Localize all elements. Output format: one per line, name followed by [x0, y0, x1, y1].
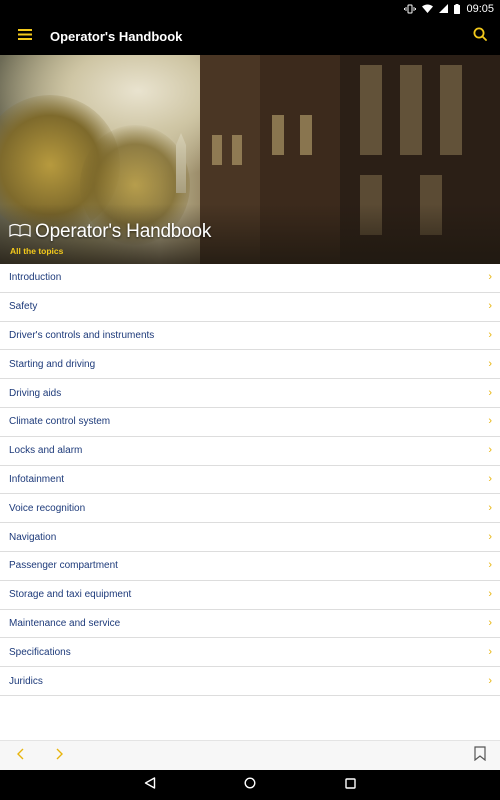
- chevron-right-icon: ›: [488, 328, 492, 341]
- next-button[interactable]: [40, 741, 80, 771]
- topic-list: Introduction › Safety › Driver's controls an…: [0, 264, 500, 740]
- topic-label: Driving aids: [9, 387, 62, 399]
- app-title: Operator's Handbook: [50, 28, 183, 44]
- chevron-right-icon: ›: [488, 357, 492, 370]
- chevron-right-icon: ›: [488, 415, 492, 428]
- previous-button[interactable]: [0, 741, 40, 771]
- recents-button[interactable]: [300, 770, 400, 800]
- hero-window: [400, 65, 422, 155]
- bookmark-icon: [474, 745, 486, 766]
- system-nav-bar: [0, 770, 500, 800]
- topic-item[interactable]: Driver's controls and instruments ›: [0, 322, 500, 351]
- chevron-right-icon: ›: [488, 271, 492, 284]
- topic-label: Specifications: [9, 646, 71, 658]
- chevron-right-icon: ›: [488, 530, 492, 543]
- hero-steeple: [176, 133, 186, 193]
- hero-logo: Operator's Handbook: [9, 221, 211, 243]
- chevron-right-icon: ›: [488, 674, 492, 687]
- chevron-right-icon: ›: [488, 444, 492, 457]
- chevron-left-icon: [16, 747, 24, 765]
- hero-window: [300, 115, 312, 155]
- hero-window: [232, 135, 242, 165]
- topic-item[interactable]: Voice recognition ›: [0, 494, 500, 524]
- topic-item[interactable]: Climate control system ›: [0, 408, 500, 437]
- topic-item[interactable]: Locks and alarm ›: [0, 437, 500, 466]
- topic-label: Passenger compartment: [9, 560, 118, 572]
- hero-window: [272, 115, 284, 155]
- app-bar: Operator's Handbook: [0, 17, 500, 55]
- topic-item[interactable]: Juridics ›: [0, 667, 500, 696]
- topic-label: Locks and alarm: [9, 445, 83, 457]
- back-button[interactable]: [100, 770, 200, 800]
- topic-label: Voice recognition: [9, 502, 86, 514]
- topic-label: Infotainment: [9, 473, 65, 485]
- hero-title: Operator's Handbook: [35, 221, 212, 242]
- topic-item[interactable]: Driving aids ›: [0, 379, 500, 408]
- topic-label: Maintenance and service: [9, 617, 121, 629]
- topic-label: Safety: [9, 301, 38, 313]
- topic-item[interactable]: Infotainment ›: [0, 466, 500, 495]
- hero-window: [212, 135, 222, 165]
- chevron-right-icon: ›: [488, 472, 492, 485]
- search-button[interactable]: [460, 17, 500, 55]
- topic-label: Storage and taxi equipment: [9, 589, 132, 601]
- hero-window: [440, 65, 462, 155]
- hero-subtitle: All the topics: [10, 246, 64, 256]
- home-circle-icon: [244, 776, 256, 794]
- chevron-right-icon: [56, 747, 64, 765]
- topic-label: Navigation: [9, 531, 57, 543]
- search-icon: [473, 27, 487, 46]
- topic-item[interactable]: Starting and driving ›: [0, 350, 500, 380]
- topic-label: Climate control system: [9, 416, 111, 428]
- topic-item[interactable]: Navigation ›: [0, 523, 500, 552]
- chevron-right-icon: ›: [488, 386, 492, 399]
- topic-item[interactable]: Passenger compartment ›: [0, 552, 500, 581]
- bookmark-button[interactable]: [460, 741, 500, 771]
- chevron-right-icon: ›: [488, 501, 492, 514]
- menu-button[interactable]: [0, 17, 50, 55]
- hero-window: [360, 65, 382, 155]
- status-time: 09:05: [466, 2, 494, 15]
- chevron-right-icon: ›: [488, 645, 492, 658]
- topic-item[interactable]: Maintenance and service ›: [0, 610, 500, 639]
- topic-label: Driver's controls and instruments: [9, 329, 155, 341]
- vibrate-icon: [404, 4, 417, 14]
- chevron-right-icon: ›: [488, 616, 492, 629]
- chevron-right-icon: ›: [488, 559, 492, 572]
- bottom-toolbar: [0, 740, 500, 770]
- book-icon: [9, 223, 31, 242]
- topic-item[interactable]: Storage and taxi equipment ›: [0, 581, 500, 610]
- recents-square-icon: [344, 776, 356, 794]
- chevron-right-icon: ›: [488, 300, 492, 313]
- topic-item[interactable]: Safety ›: [0, 293, 500, 322]
- chevron-right-icon: ›: [488, 588, 492, 601]
- wifi-icon: [422, 4, 434, 13]
- topic-label: Introduction: [9, 272, 62, 284]
- battery-icon: [454, 3, 461, 14]
- status-bar: 09:05: [0, 0, 500, 17]
- topic-label: Starting and driving: [9, 358, 96, 370]
- signal-icon: [439, 4, 449, 13]
- topic-item[interactable]: Introduction ›: [0, 264, 500, 293]
- home-button[interactable]: [200, 770, 300, 800]
- topic-item[interactable]: Specifications ›: [0, 638, 500, 668]
- hamburger-menu-icon: [18, 27, 32, 45]
- topic-label: Juridics: [9, 675, 43, 687]
- back-triangle-icon: [144, 776, 156, 794]
